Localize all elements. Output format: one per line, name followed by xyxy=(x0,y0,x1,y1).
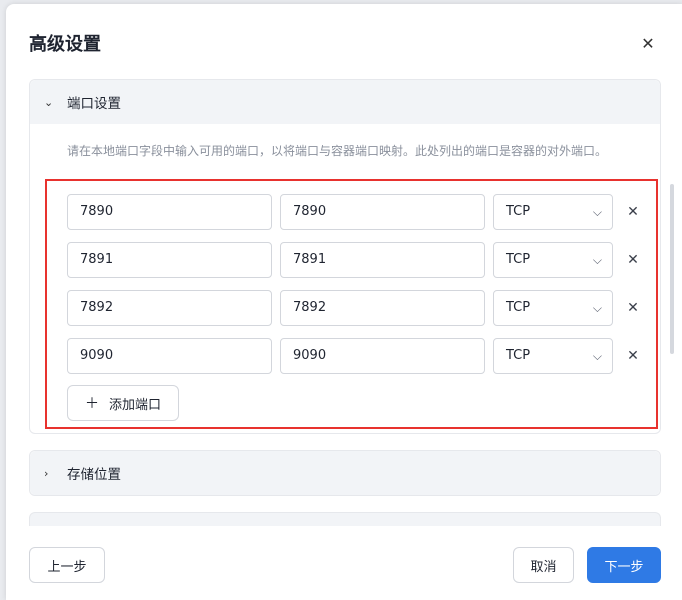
port-settings-title: 端口设置 xyxy=(67,96,121,112)
collapsed-panel xyxy=(29,512,661,526)
port-settings-panel: ⌄ 端口设置 请在本地端口字段中输入可用的端口，以将端口与容器端口映射。此处列出… xyxy=(29,79,661,434)
close-icon[interactable]: ✕ xyxy=(638,34,658,54)
port-settings-header[interactable]: ⌄ 端口设置 xyxy=(30,80,660,124)
scrollbar[interactable] xyxy=(670,184,674,354)
storage-panel: › 存储位置 xyxy=(29,450,661,496)
cancel-button[interactable]: 取消 xyxy=(513,547,574,583)
advanced-settings-dialog: 高级设置 ✕ ⌄ 端口设置 请在本地端口字段中输入可用的端口，以将端口与容器端口… xyxy=(6,4,682,600)
prev-button[interactable]: 上一步 xyxy=(29,547,105,583)
chevron-down-icon: ⌄ xyxy=(44,95,54,109)
highlight-box xyxy=(45,179,658,429)
next-button[interactable]: 下一步 xyxy=(587,547,661,583)
dialog-title: 高级设置 xyxy=(29,34,101,55)
chevron-right-icon: › xyxy=(44,466,49,480)
storage-header[interactable]: › 存储位置 xyxy=(30,451,660,495)
storage-title: 存储位置 xyxy=(67,467,121,483)
port-hint: 请在本地端口字段中输入可用的端口，以将端口与容器端口映射。此处列出的端口是容器的… xyxy=(67,144,608,158)
